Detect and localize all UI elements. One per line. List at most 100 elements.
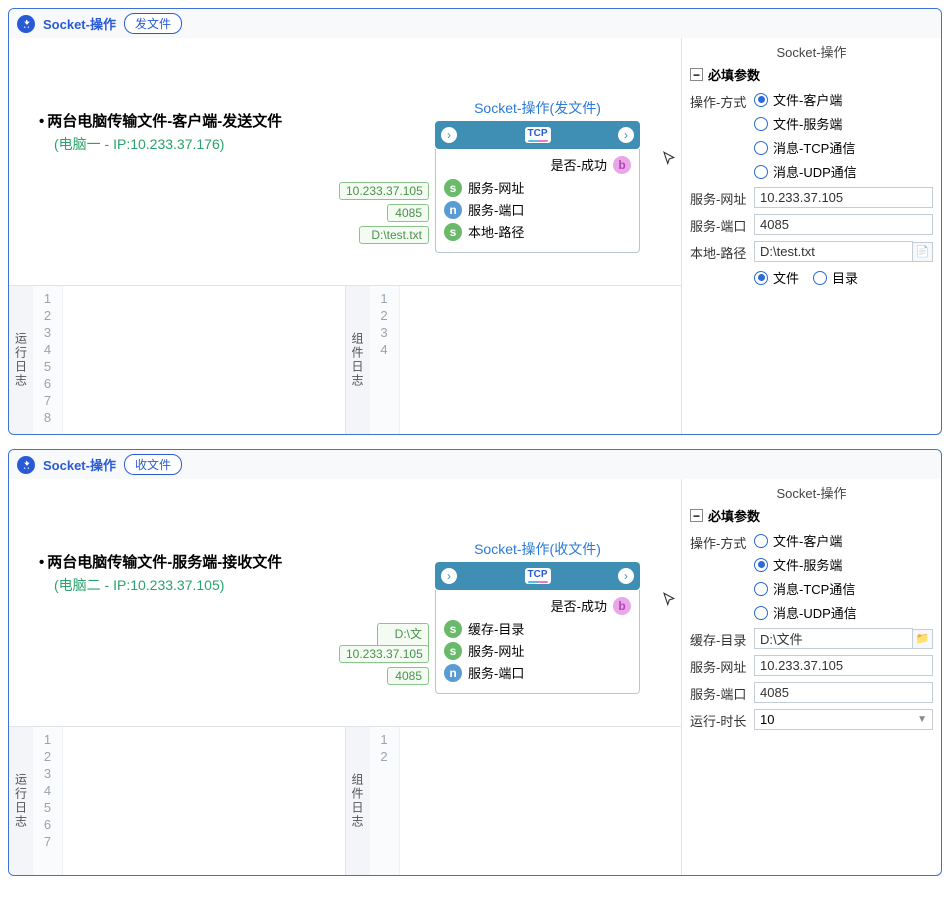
local-path-input[interactable]: [754, 241, 913, 262]
node-body: 是否-成功b s服务-网址 n服务-端口 s本地-路径: [435, 149, 640, 253]
tcp-icon: TCP: [525, 568, 551, 584]
prop-label: 运行-时长: [690, 709, 754, 730]
radio-icon: [754, 117, 768, 131]
mode-radio[interactable]: 消息-TCP通信: [754, 579, 933, 598]
flow-node[interactable]: Socket-操作(收文件) › TCP › 是否-成功 b s 缓存-目录 s 服务…: [435, 539, 640, 694]
log-body[interactable]: [63, 727, 345, 875]
properties-panel: Socket-操作 −必填参数 操作-方式 文件-客户端文件-服务端消息-TCP…: [681, 479, 941, 875]
server-port-input[interactable]: [754, 214, 933, 235]
mode-radio[interactable]: 文件-服务端: [754, 114, 933, 133]
panel-head: Socket-操作 发文件: [9, 9, 941, 38]
port-bool-icon[interactable]: b: [613, 156, 631, 174]
server-port-input[interactable]: [754, 682, 933, 703]
radio-icon: [754, 271, 768, 285]
mode-radio[interactable]: 消息-UDP通信: [754, 162, 933, 181]
port-label: 缓存-目录: [468, 619, 524, 638]
canvas[interactable]: 两台电脑传输文件-客户端-发送文件 (电脑一 - IP:10.233.37.17…: [9, 38, 681, 286]
param-group[interactable]: −必填参数: [690, 65, 933, 84]
log-label: 运行日志: [13, 773, 30, 829]
port-label: 本地-路径: [468, 222, 524, 241]
port-str-icon[interactable]: s: [444, 179, 462, 197]
log-label: 运行日志: [13, 332, 30, 388]
port-label: 服务-网址: [468, 178, 524, 197]
server-addr-input[interactable]: [754, 655, 933, 676]
port-num-icon[interactable]: n: [444, 201, 462, 219]
duration-select[interactable]: 10▼: [754, 709, 933, 730]
radio-icon: [813, 271, 827, 285]
browse-file-icon[interactable]: 📄: [913, 242, 933, 262]
tcp-icon: TCP: [525, 127, 551, 143]
run-log: 运行日志 12345678: [9, 286, 346, 434]
port-str-icon[interactable]: s: [444, 642, 462, 660]
browse-folder-icon[interactable]: 📁: [913, 629, 933, 649]
collapse-icon[interactable]: −: [690, 509, 703, 522]
out-success: 是否-成功: [551, 596, 607, 615]
node-bar[interactable]: › TCP ›: [435, 121, 640, 149]
radio-icon: [754, 165, 768, 179]
line-gutter: 1234: [370, 286, 400, 434]
flow-node[interactable]: Socket-操作(发文件) › TCP › 是否-成功b s服务-网址 n服务…: [435, 98, 640, 253]
cache-dir-input[interactable]: [754, 628, 913, 649]
arrow-right-icon[interactable]: ›: [618, 568, 634, 584]
panel-send: Socket-操作 发文件 两台电脑传输文件-客户端-发送文件 (电脑一 - I…: [8, 8, 942, 435]
input-chip[interactable]: 4085: [387, 204, 429, 222]
port-num-icon[interactable]: n: [444, 664, 462, 682]
node-bar[interactable]: › TCP ›: [435, 562, 640, 590]
prop-label: 操作-方式: [690, 90, 754, 111]
head-pill[interactable]: 收文件: [124, 454, 182, 475]
component-log: 组件日志 1234: [346, 286, 682, 434]
port-label: 服务-端口: [468, 663, 524, 682]
mode-radio[interactable]: 文件-客户端: [754, 90, 933, 109]
logs: 运行日志 1234567 组件日志 12: [9, 727, 681, 875]
pathtype-radio[interactable]: 文件: [754, 268, 799, 287]
cursor-icon: [661, 591, 679, 609]
param-group[interactable]: −必填参数: [690, 506, 933, 525]
logs: 运行日志 12345678 组件日志 1234: [9, 286, 681, 434]
canvas[interactable]: 两台电脑传输文件-服务端-接收文件 (电脑二 - IP:10.233.37.10…: [9, 479, 681, 727]
log-label: 组件日志: [349, 332, 366, 388]
arrow-right-icon[interactable]: ›: [618, 127, 634, 143]
mode-radio[interactable]: 文件-服务端: [754, 555, 933, 574]
port-bool-icon[interactable]: b: [613, 597, 631, 615]
desc-sub: (电脑一 - IP:10.233.37.176): [54, 134, 282, 154]
port-str-icon[interactable]: s: [444, 620, 462, 638]
run-log: 运行日志 1234567: [9, 727, 346, 875]
radio-icon: [754, 534, 768, 548]
out-success: 是否-成功: [551, 155, 607, 174]
node-body: 是否-成功 b s 缓存-目录 s 服务-网址 n 服务-端口: [435, 590, 640, 694]
desc-title: 两台电脑传输文件-客户端-发送文件: [39, 110, 282, 131]
radio-icon: [754, 558, 768, 572]
collapse-icon[interactable]: −: [690, 68, 703, 81]
server-addr-input[interactable]: [754, 187, 933, 208]
run-icon[interactable]: [17, 15, 35, 33]
mode-radio[interactable]: 消息-UDP通信: [754, 603, 933, 622]
properties-panel: Socket-操作 −必填参数 操作-方式 文件-客户端文件-服务端消息-TCP…: [681, 38, 941, 434]
prop-label: 服务-网址: [690, 187, 754, 208]
input-chip[interactable]: 10.233.37.105: [339, 182, 429, 200]
radio-icon: [754, 93, 768, 107]
arrow-left-icon[interactable]: ›: [441, 568, 457, 584]
log-body[interactable]: [400, 727, 682, 875]
prop-label: 本地-路径: [690, 241, 754, 262]
head-pill[interactable]: 发文件: [124, 13, 182, 34]
mode-radio[interactable]: 消息-TCP通信: [754, 138, 933, 157]
prop-label: 操作-方式: [690, 531, 754, 552]
input-chip[interactable]: 4085: [387, 667, 429, 685]
node-title: Socket-操作(发文件): [435, 98, 640, 118]
log-body[interactable]: [63, 286, 345, 434]
arrow-left-icon[interactable]: ›: [441, 127, 457, 143]
run-icon[interactable]: [17, 456, 35, 474]
log-body[interactable]: [400, 286, 682, 434]
port-label: 服务-网址: [468, 641, 524, 660]
input-chip[interactable]: D:\test.txt: [359, 226, 429, 244]
mode-radio[interactable]: 文件-客户端: [754, 531, 933, 550]
port-str-icon[interactable]: s: [444, 223, 462, 241]
prop-label: 服务-网址: [690, 655, 754, 676]
input-chip[interactable]: 10.233.37.105: [339, 645, 429, 663]
radio-icon: [754, 582, 768, 596]
pathtype-radio[interactable]: 目录: [813, 268, 858, 287]
side-title: Socket-操作: [690, 483, 933, 502]
node-title: Socket-操作(收文件): [435, 539, 640, 559]
description: 两台电脑传输文件-服务端-接收文件 (电脑二 - IP:10.233.37.10…: [39, 551, 282, 595]
line-gutter: 12345678: [33, 286, 63, 434]
